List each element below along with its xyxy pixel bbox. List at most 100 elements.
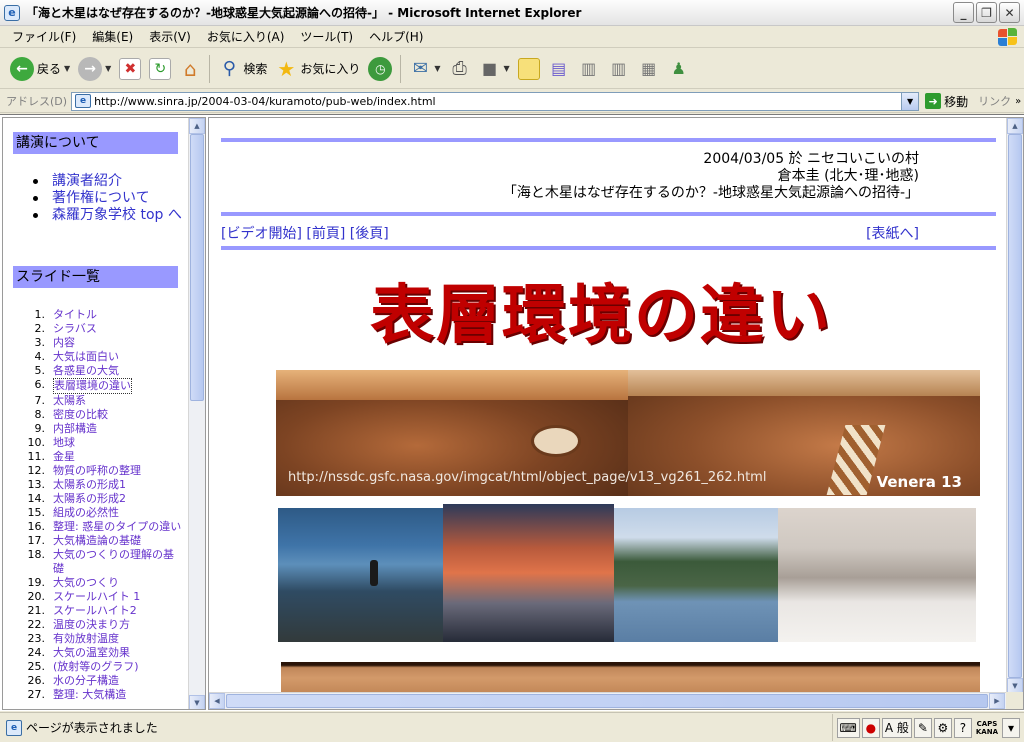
- ime-collapse-icon[interactable]: ▾: [1002, 717, 1020, 738]
- slide-link[interactable]: 整理: 惑星のタイプの違い: [53, 520, 181, 534]
- slide-link[interactable]: 内容: [53, 336, 75, 350]
- slide-list-item[interactable]: 17. 大気構造論の基礎: [13, 534, 183, 548]
- close-button[interactable]: ✕: [999, 2, 1020, 23]
- slide-list-item[interactable]: 13. 太陽系の形成1: [13, 478, 183, 492]
- slide-list-item[interactable]: 9. 内部構造: [13, 422, 183, 436]
- links-chevron-icon[interactable]: »: [1015, 96, 1021, 107]
- slide-link[interactable]: 整理: 大気構造: [53, 688, 126, 702]
- favorites-button[interactable]: ★ お気に入り: [271, 53, 364, 85]
- slide-list-item[interactable]: 15. 組成の必然性: [13, 506, 183, 520]
- scroll-right-icon[interactable]: ▶: [989, 693, 1005, 709]
- slide-list-item[interactable]: 20. スケールハイト 1: [13, 590, 183, 604]
- slide-link[interactable]: スケールハイト2: [53, 604, 137, 618]
- address-url[interactable]: http://www.sinra.jp/2004-03-04/kuramoto/…: [94, 95, 901, 108]
- frame-button-2[interactable]: ▥: [604, 53, 634, 85]
- slide-link[interactable]: 太陽系の形成1: [53, 478, 126, 492]
- scroll-up-icon[interactable]: ▲: [1007, 118, 1023, 134]
- slide-link[interactable]: 大気のつくり: [53, 576, 119, 590]
- research-button[interactable]: ▤: [544, 53, 574, 85]
- forward-button[interactable]: → ▼: [74, 53, 115, 85]
- frame-button-3[interactable]: ▦: [634, 53, 664, 85]
- slide-link[interactable]: 金星: [53, 450, 75, 464]
- slide-list-item[interactable]: 16. 整理: 惑星のタイプの違い: [13, 520, 183, 534]
- slide-link[interactable]: タイトル: [53, 308, 97, 322]
- ime-tool-icon[interactable]: ⚙: [933, 717, 952, 738]
- scroll-up-icon[interactable]: ▲: [189, 118, 205, 134]
- links-button[interactable]: リンク: [978, 93, 1011, 109]
- edit-dropdown-icon[interactable]: ▼: [504, 64, 510, 73]
- slide-frame-scrollbar[interactable]: ▲ ▼: [1006, 118, 1023, 694]
- hscroll-thumb[interactable]: [226, 694, 988, 708]
- slide-list-item[interactable]: 11. 金星: [13, 450, 183, 464]
- address-dropdown-icon[interactable]: ▼: [901, 92, 919, 110]
- slide-list-item[interactable]: 27. 整理: 大気構造: [13, 688, 183, 702]
- ime-icon[interactable]: ●: [861, 717, 880, 738]
- home-button[interactable]: ⌂: [175, 53, 205, 85]
- slide-list-item[interactable]: 18. 大気のつくりの理解の基礎: [13, 548, 183, 576]
- slide-link[interactable]: 密度の比較: [53, 408, 108, 422]
- slide-list-item[interactable]: 7. 太陽系: [13, 394, 183, 408]
- back-dropdown-icon[interactable]: ▼: [64, 64, 70, 73]
- menu-favorites[interactable]: お気に入り(A): [199, 26, 293, 48]
- scroll-thumb[interactable]: [190, 134, 204, 401]
- slide-link[interactable]: 太陽系の形成2: [53, 492, 126, 506]
- maximize-button[interactable]: ❐: [976, 2, 997, 23]
- edit-button[interactable]: ■ ▼: [475, 53, 514, 85]
- slide-list-item[interactable]: 24. 大気の温室効果: [13, 646, 183, 660]
- video-start-link[interactable]: [ビデオ開始]: [221, 226, 302, 242]
- slide-link[interactable]: 地球: [53, 436, 75, 450]
- slide-list-item[interactable]: 8. 密度の比較: [13, 408, 183, 422]
- mail-dropdown-icon[interactable]: ▼: [434, 64, 440, 73]
- help-icon[interactable]: ?: [953, 717, 972, 738]
- address-field[interactable]: e http://www.sinra.jp/2004-03-04/kuramot…: [71, 91, 920, 111]
- slide-link[interactable]: 太陽系: [53, 394, 86, 408]
- slide-list-item[interactable]: 12. 物質の呼称の整理: [13, 464, 183, 478]
- forward-dropdown-icon[interactable]: ▼: [105, 64, 111, 73]
- scroll-left-icon[interactable]: ◀: [209, 693, 225, 709]
- slide-link[interactable]: スケールハイト 1: [53, 590, 140, 604]
- slide-link[interactable]: 組成の必然性: [53, 506, 119, 520]
- slide-link[interactable]: 大気構造論の基礎: [53, 534, 141, 548]
- speaker-intro-link[interactable]: 講演者紹介: [33, 173, 183, 190]
- menu-edit[interactable]: 編集(E): [84, 26, 141, 48]
- print-button[interactable]: ⎙: [445, 53, 475, 85]
- slide-link[interactable]: 水の分子構造: [53, 674, 119, 688]
- slide-link[interactable]: 物質の呼称の整理: [53, 464, 141, 478]
- slide-link[interactable]: 内部構造: [53, 422, 97, 436]
- stop-button[interactable]: ✖: [115, 53, 145, 85]
- slide-list-item[interactable]: 26. 水の分子構造: [13, 674, 183, 688]
- school-top-link[interactable]: 森羅万象学校 top へ: [33, 207, 183, 224]
- slide-link[interactable]: 温度の決まり方: [53, 618, 130, 632]
- slide-link[interactable]: 有効放射温度: [53, 632, 119, 646]
- frame-button-1[interactable]: ▥: [574, 53, 604, 85]
- slide-list-item[interactable]: 3. 内容: [13, 336, 183, 350]
- slide-list-item[interactable]: 22. 温度の決まり方: [13, 618, 183, 632]
- back-button[interactable]: ← 戻る ▼: [6, 53, 74, 85]
- cover-link[interactable]: [表紙へ]: [866, 223, 919, 243]
- slide-list-item[interactable]: 5. 各惑星の大気: [13, 364, 183, 378]
- next-page-link[interactable]: [後頁]: [350, 226, 389, 242]
- slide-list-item[interactable]: 10. 地球: [13, 436, 183, 450]
- slide-list-item[interactable]: 14. 太陽系の形成2: [13, 492, 183, 506]
- search-button[interactable]: ⚲ 検索: [214, 53, 271, 85]
- discuss-button[interactable]: [514, 53, 544, 85]
- prev-page-link[interactable]: [前頁]: [306, 226, 345, 242]
- slide-list-item[interactable]: 19. 大気のつくり: [13, 576, 183, 590]
- slide-link[interactable]: 大気のつくりの理解の基礎: [53, 548, 183, 576]
- slide-link[interactable]: 表層環境の違い: [53, 378, 132, 394]
- scroll-thumb[interactable]: [1008, 134, 1022, 678]
- ime-mode[interactable]: A 般: [881, 717, 912, 738]
- mail-button[interactable]: ✉ ▼: [405, 53, 444, 85]
- minimize-button[interactable]: _: [953, 2, 974, 23]
- slide-link[interactable]: 大気は面白い: [53, 350, 119, 364]
- left-frame-scrollbar[interactable]: ▲ ▼: [188, 118, 205, 709]
- keyboard-icon[interactable]: ⌨: [836, 717, 860, 738]
- refresh-button[interactable]: ↻: [145, 53, 175, 85]
- slide-list-item[interactable]: 25. (放射等のグラフ): [13, 660, 183, 674]
- menu-file[interactable]: ファイル(F): [4, 26, 84, 48]
- slide-link[interactable]: 大気の温室効果: [53, 646, 130, 660]
- slide-list-item[interactable]: 2. シラバス: [13, 322, 183, 336]
- slide-frame-hscrollbar[interactable]: ◀ ▶: [209, 692, 1006, 709]
- copyright-link[interactable]: 著作権について: [33, 190, 183, 207]
- slide-list-item[interactable]: 21. スケールハイト2: [13, 604, 183, 618]
